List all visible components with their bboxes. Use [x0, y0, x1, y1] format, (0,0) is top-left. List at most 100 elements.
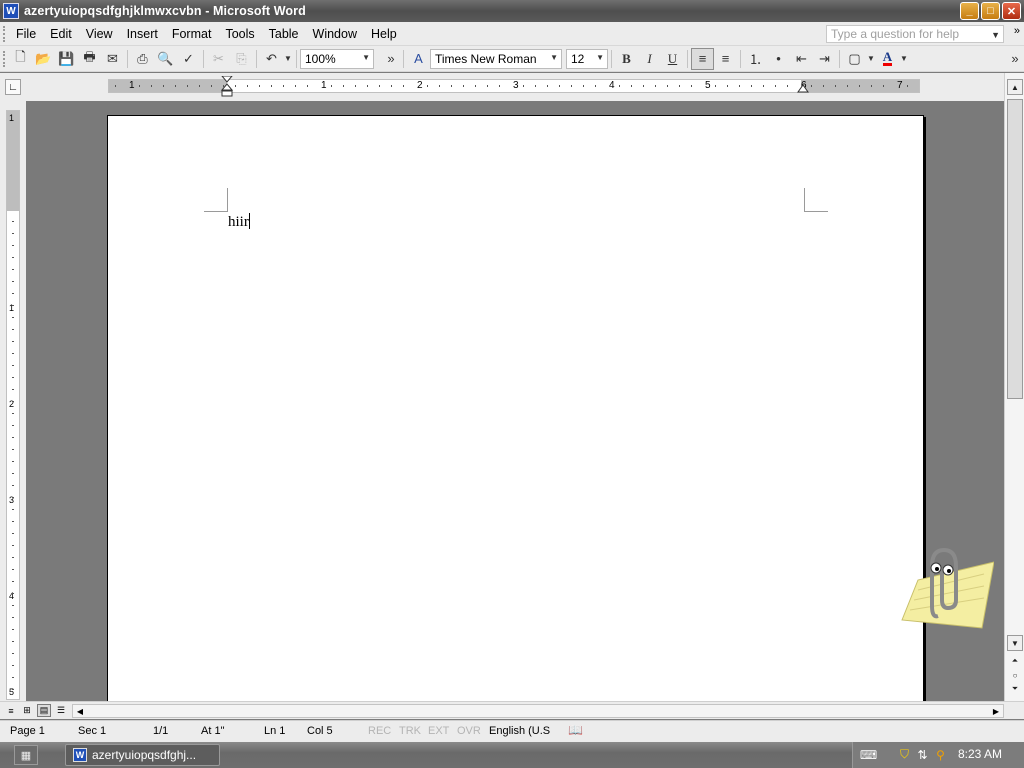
- vertical-scrollbar[interactable]: ▲ ▼ ⏶ ○ ⏷: [1004, 73, 1024, 701]
- menu-overflow-icon[interactable]: »: [1014, 25, 1020, 37]
- ruler-tick: [115, 85, 116, 87]
- menu-format[interactable]: Format: [165, 27, 219, 41]
- print-preview-icon[interactable]: 🔍: [154, 48, 177, 70]
- status-language[interactable]: English (U.S: [489, 725, 550, 737]
- menu-tools[interactable]: Tools: [218, 27, 261, 41]
- font-select[interactable]: Times New Roman ▼: [430, 48, 562, 69]
- crop-mark-top-left: [204, 188, 228, 212]
- indent-markers-icon[interactable]: [221, 76, 233, 98]
- status-trk[interactable]: TRK: [399, 725, 421, 737]
- align-center-icon[interactable]: ≡: [714, 48, 737, 70]
- keyboard-tray-icon[interactable]: ⌨: [860, 747, 877, 762]
- horizontal-ruler[interactable]: 1 1 2 3 4 5 6 7: [108, 76, 920, 97]
- clock: 8:23 AM: [958, 747, 1003, 761]
- web-layout-view-icon[interactable]: ⊞: [20, 704, 34, 717]
- ruler-tick: [271, 85, 272, 87]
- undo-dropdown-icon[interactable]: ▼: [283, 48, 293, 70]
- bold-button[interactable]: B: [615, 48, 638, 70]
- save-icon[interactable]: 💾: [55, 48, 78, 70]
- menu-edit[interactable]: Edit: [43, 27, 79, 41]
- zoom-dropdown-icon[interactable]: ▼: [362, 53, 370, 62]
- menu-insert[interactable]: Insert: [120, 27, 165, 41]
- normal-view-icon[interactable]: ≡: [4, 704, 18, 717]
- print-layout-view-icon[interactable]: ▤: [37, 704, 51, 717]
- font-size-dropdown-icon[interactable]: ▼: [596, 53, 604, 62]
- ruler-tick: [859, 85, 860, 87]
- cut-icon[interactable]: ✂: [207, 48, 230, 70]
- toolbar-overflow-icon[interactable]: »: [382, 48, 400, 70]
- vruler-tick: [12, 425, 14, 426]
- email-icon[interactable]: ✉: [101, 48, 124, 70]
- word-app-icon[interactable]: W: [3, 3, 19, 19]
- network-tray-icon[interactable]: ⇅: [915, 747, 930, 762]
- toolbar-end-overflow-icon[interactable]: »: [1008, 48, 1022, 70]
- menu-file[interactable]: File: [9, 27, 43, 41]
- minimize-button[interactable]: _: [960, 2, 979, 20]
- search-tray-icon[interactable]: ⚲: [933, 747, 948, 762]
- outline-view-icon[interactable]: ☰: [54, 704, 68, 717]
- scroll-up-icon[interactable]: ▲: [1007, 79, 1023, 95]
- font-color-icon[interactable]: A: [876, 48, 899, 70]
- underline-button[interactable]: U: [661, 48, 684, 70]
- status-ovr[interactable]: OVR: [457, 725, 481, 737]
- security-shield-icon[interactable]: ⛉: [897, 747, 912, 762]
- open-icon[interactable]: 📂: [32, 48, 55, 70]
- vertical-ruler-area: 1 1 2 3 4 5: [0, 101, 26, 701]
- ruler-tick: [787, 85, 788, 87]
- menu-table[interactable]: Table: [262, 27, 306, 41]
- vruler-tick: [12, 569, 14, 570]
- permission-icon[interactable]: 🖶: [78, 48, 101, 70]
- font-size-select[interactable]: 12 ▼: [566, 48, 608, 69]
- increase-indent-icon[interactable]: ⇥: [813, 48, 836, 70]
- spelling-status-icon[interactable]: 📖: [568, 723, 583, 737]
- tab-selector-button[interactable]: ∟: [5, 79, 21, 95]
- vruler-tick: [12, 605, 14, 606]
- status-page-count: 1/1: [153, 725, 169, 737]
- italic-button[interactable]: I: [638, 48, 661, 70]
- menu-help[interactable]: Help: [364, 27, 404, 41]
- status-rec[interactable]: REC: [368, 725, 391, 737]
- taskbar-word-button[interactable]: W azertyuiopqsdfghj...: [65, 744, 220, 766]
- menu-window[interactable]: Window: [306, 27, 364, 41]
- undo-icon[interactable]: ↶: [260, 48, 283, 70]
- horizontal-scrollbar[interactable]: ◀ ▶: [72, 704, 1004, 718]
- font-color-dropdown-icon[interactable]: ▼: [899, 48, 909, 70]
- new-icon[interactable]: 🗋: [9, 48, 32, 70]
- styles-icon[interactable]: A: [407, 48, 430, 70]
- vertical-scroll-thumb[interactable]: [1007, 99, 1023, 399]
- spelling-icon[interactable]: ✓: [177, 48, 200, 70]
- scroll-right-icon[interactable]: ▶: [989, 705, 1003, 717]
- zoom-select[interactable]: 100% ▼: [300, 48, 374, 69]
- borders-icon[interactable]: ▢: [843, 48, 866, 70]
- ruler-tick: [367, 85, 368, 87]
- start-button[interactable]: ▦: [14, 745, 38, 765]
- vruler-tick: [12, 257, 14, 258]
- next-page-icon[interactable]: ⏷: [1007, 681, 1023, 697]
- office-assistant-clippy-icon[interactable]: [898, 546, 994, 632]
- status-ext[interactable]: EXT: [428, 725, 449, 737]
- crop-mark-top-right: [804, 188, 828, 212]
- help-question-input[interactable]: Type a question for help ▼: [826, 25, 1004, 43]
- close-button[interactable]: ✕: [1002, 2, 1021, 20]
- scroll-down-icon[interactable]: ▼: [1007, 635, 1023, 651]
- document-text[interactable]: hiir: [228, 213, 250, 231]
- right-indent-marker-icon[interactable]: [797, 84, 809, 94]
- document-page[interactable]: hiir: [107, 115, 924, 701]
- ruler-tick: [259, 85, 260, 87]
- borders-dropdown-icon[interactable]: ▼: [866, 48, 876, 70]
- print-icon[interactable]: ⎙: [131, 48, 154, 70]
- menu-view[interactable]: View: [79, 27, 120, 41]
- help-dropdown-arrow-icon[interactable]: ▼: [991, 27, 1000, 43]
- numbering-icon[interactable]: ⒈: [744, 48, 767, 70]
- vruler-tick: [12, 653, 14, 654]
- align-left-icon[interactable]: ≡: [691, 47, 714, 70]
- copy-icon[interactable]: ⎘: [230, 48, 253, 70]
- ruler-tick: [559, 85, 560, 87]
- maximize-button[interactable]: □: [981, 2, 1000, 20]
- font-dropdown-icon[interactable]: ▼: [550, 53, 558, 62]
- scroll-left-icon[interactable]: ◀: [73, 705, 87, 717]
- decrease-indent-icon[interactable]: ⇤: [790, 48, 813, 70]
- vertical-ruler[interactable]: 1 1 2 3 4 5: [6, 110, 20, 700]
- document-area[interactable]: hiir: [26, 101, 1004, 701]
- bullets-icon[interactable]: •: [767, 48, 790, 70]
